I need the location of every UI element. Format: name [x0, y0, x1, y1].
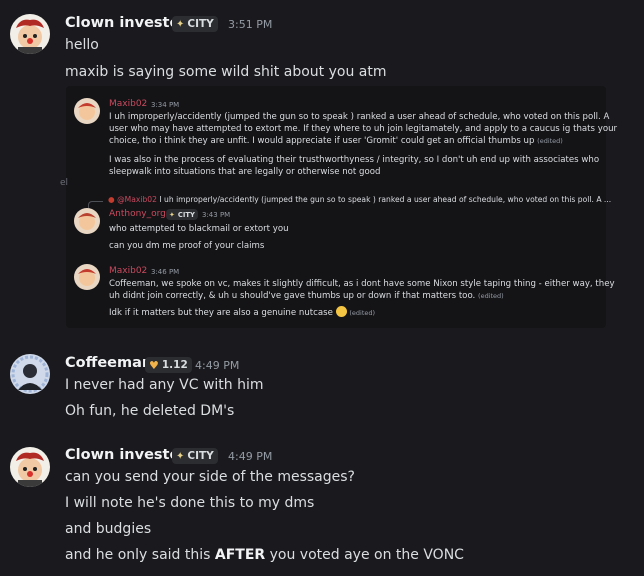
- embedded-text: I was also in the process of evaluating …: [109, 155, 600, 177]
- timestamp: 4:49 PM: [195, 359, 240, 372]
- message-text: Oh fun, he deleted DM's: [65, 403, 235, 419]
- maxib-avatar: [74, 264, 100, 290]
- embedded-text: Idk if it matters but they are also a ge…: [109, 306, 376, 318]
- embedded-timestamp: 3:43 PM: [202, 211, 231, 219]
- screenshot-image[interactable]: Maxib02 3:34 PM I uh improperly/accident…: [66, 86, 617, 328]
- message-text: and he only said this AFTER you voted ay…: [65, 547, 464, 563]
- timestamp: 4:49 PM: [228, 450, 273, 463]
- city-tag-label: CITY: [187, 450, 214, 462]
- embedded-text: I uh improperly/accidently (jumped the g…: [109, 112, 618, 146]
- city-tag[interactable]: ✦ CITY: [172, 448, 218, 464]
- embedded-city-tag: ✦ CITY: [166, 209, 198, 220]
- embedded-author: Anthony_org: [109, 209, 166, 219]
- message-text: and budgies: [65, 521, 152, 537]
- embedded-timestamp: 3:34 PM: [151, 101, 180, 109]
- clown-investor-avatar[interactable]: [10, 447, 50, 487]
- flushed-emoji-icon: [335, 306, 347, 317]
- maxib-avatar: [74, 98, 100, 124]
- side-fragment: el: [60, 178, 69, 188]
- heart-icon: ♥: [149, 358, 159, 372]
- city-tag-icon: ✦: [176, 450, 185, 462]
- message-text: maxib is saying some wild shit about you…: [65, 64, 387, 80]
- city-tag-label: CITY: [187, 18, 214, 30]
- anthony-avatar: [74, 208, 100, 234]
- reply-preview: ● @Maxib02 I uh improperly/accidently (j…: [108, 195, 612, 204]
- message-text: I will note he's done this to my dms: [65, 495, 315, 511]
- city-tag[interactable]: ✦ CITY: [172, 16, 218, 32]
- message-text: I never had any VC with him: [65, 377, 264, 393]
- timestamp: 3:51 PM: [228, 18, 273, 31]
- clown-investor-avatar[interactable]: [10, 14, 50, 54]
- embedded-author: Maxib02: [109, 99, 148, 109]
- author-name[interactable]: Clown investor: [65, 447, 187, 463]
- message-text: hello: [65, 37, 99, 53]
- message-text: can you send your side of the messages?: [65, 469, 355, 485]
- embedded-author: Maxib02: [109, 266, 148, 276]
- level-tag-label: 1.12: [161, 359, 188, 371]
- level-tag[interactable]: ♥ 1.12: [145, 357, 192, 373]
- embedded-text: can you dm me proof of your claims: [109, 241, 265, 251]
- embedded-text: Coffeeman, we spoke on vc, makes it slig…: [109, 279, 615, 301]
- author-name[interactable]: Coffeeman: [65, 355, 152, 371]
- reply-icon: ●: [108, 195, 115, 204]
- embedded-timestamp: 3:46 PM: [151, 268, 180, 276]
- coffeeman-avatar[interactable]: [10, 354, 50, 394]
- author-name[interactable]: Clown investor: [65, 15, 187, 31]
- city-tag-icon: ✦: [176, 18, 185, 30]
- embedded-text: who attempted to blackmail or extort you: [109, 224, 289, 234]
